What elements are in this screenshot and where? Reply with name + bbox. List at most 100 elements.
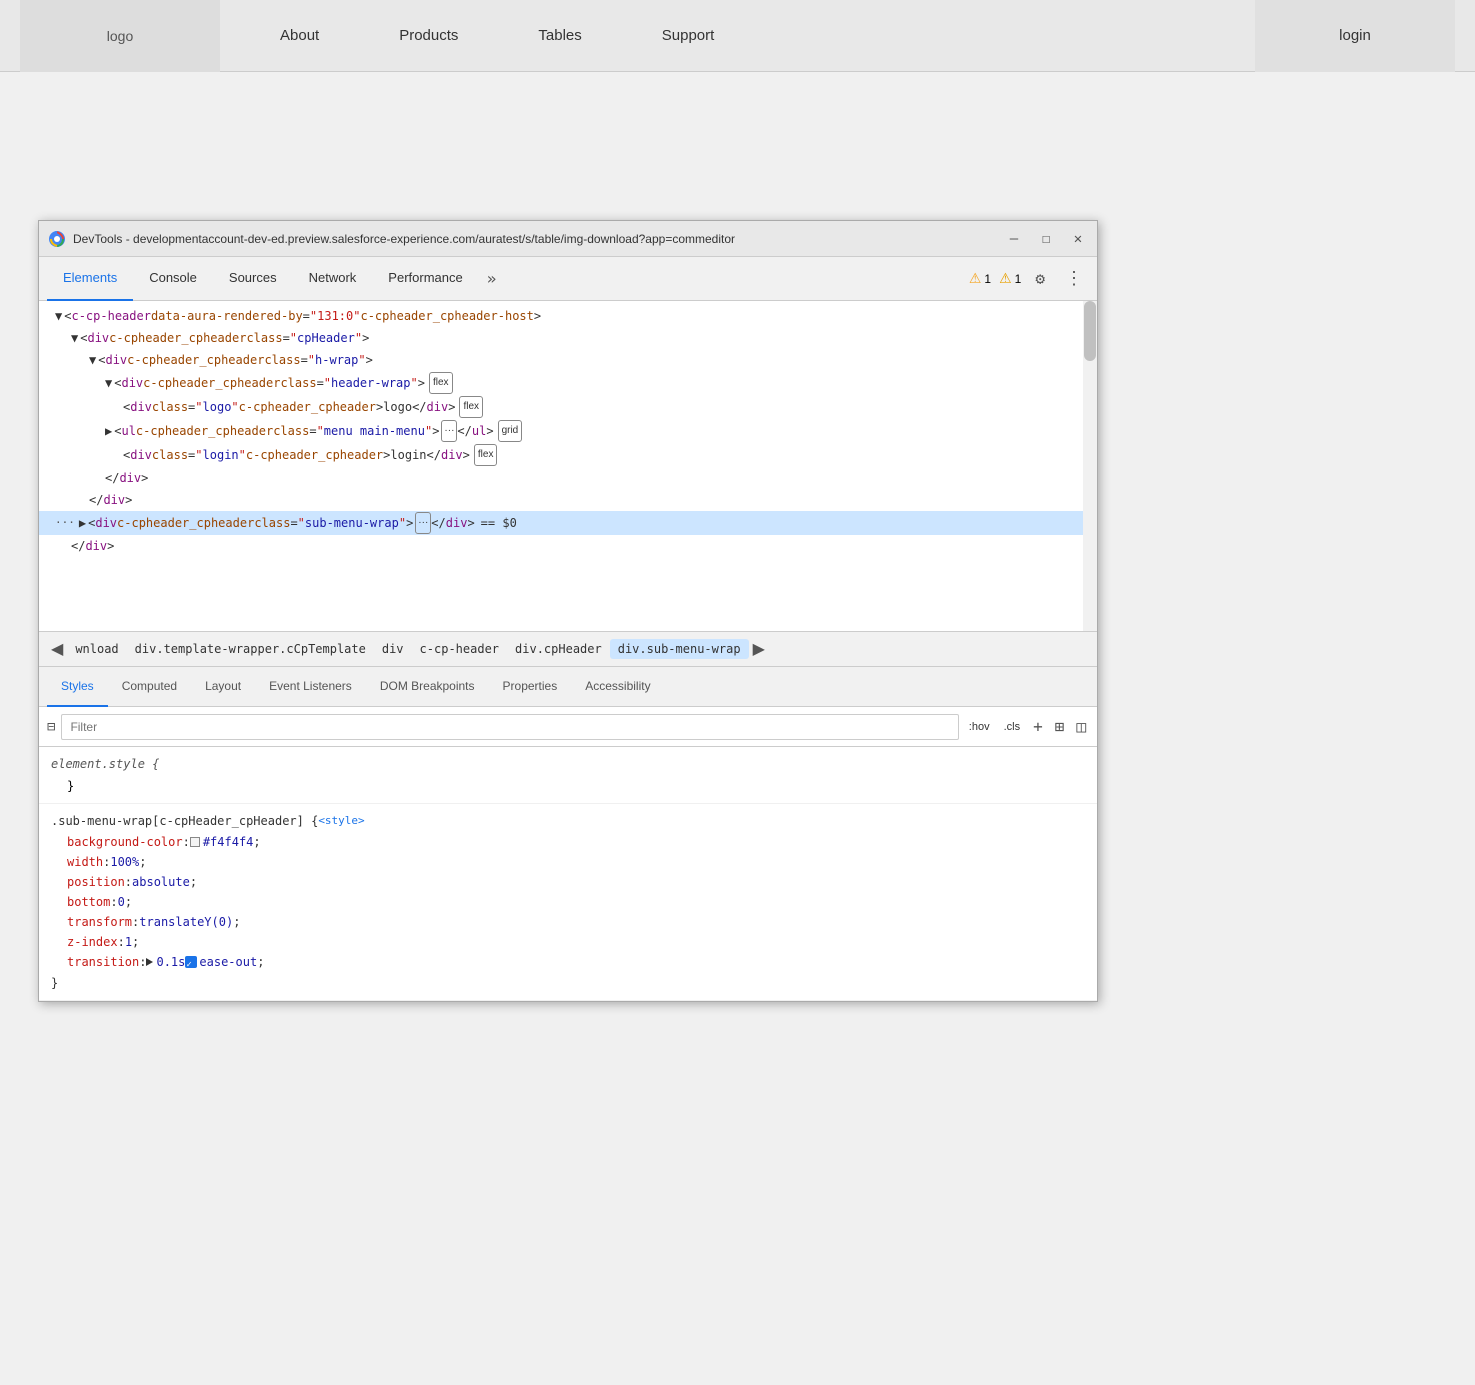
collapse-arrow[interactable]: ▼ — [55, 306, 62, 326]
breadcrumb-item-selected[interactable]: div.sub-menu-wrap — [610, 639, 749, 659]
html-line[interactable]: ▼ <div c-cpheader_cpheader class="cpHead… — [39, 327, 1097, 349]
style-prop[interactable]: width — [67, 852, 103, 872]
flex-badge[interactable]: flex — [429, 372, 453, 394]
navbar-link-support[interactable]: Support — [622, 0, 755, 72]
dots-badge[interactable]: ··· — [441, 420, 457, 442]
flex-badge[interactable]: flex — [474, 444, 498, 466]
scrollbar-thumb[interactable] — [1084, 301, 1096, 361]
tab-console[interactable]: Console — [133, 257, 213, 301]
breadcrumb-item[interactable]: div.cpHeader — [507, 639, 610, 659]
expand-arrow[interactable]: ▶ — [79, 513, 86, 533]
html-line[interactable]: ▶ <ul c-cpheader_cpheader class="menu ma… — [39, 419, 1097, 443]
style-val[interactable]: #f4f4f4 — [203, 832, 254, 852]
css-selector[interactable]: .sub-menu-wrap[c-cpHeader_cpHeader] { — [51, 810, 318, 832]
breadcrumb-item[interactable]: div — [374, 639, 412, 659]
navbar-link-tables[interactable]: Tables — [498, 0, 621, 72]
style-val[interactable]: translateY(0) — [139, 912, 233, 932]
hov-button[interactable]: :hov — [965, 719, 994, 735]
filter-input[interactable] — [61, 714, 958, 740]
breadcrumb-left-arrow[interactable]: ◀ — [47, 639, 67, 659]
tab-dom-breakpoints[interactable]: DOM Breakpoints — [366, 667, 489, 707]
dots-badge[interactable]: ··· — [415, 512, 431, 534]
closing-brace: } — [51, 976, 58, 990]
style-val[interactable]: 1 — [125, 932, 132, 952]
flex-badge[interactable]: flex — [459, 396, 483, 418]
close-button[interactable]: ✕ — [1069, 231, 1087, 247]
navbar-link-products[interactable]: Products — [359, 0, 498, 72]
more-options-icon[interactable]: ⋮ — [1059, 268, 1089, 289]
tab-event-listeners[interactable]: Event Listeners — [255, 667, 366, 707]
tab-layout[interactable]: Layout — [191, 667, 255, 707]
navbar-logo: logo — [20, 0, 220, 72]
breadcrumb-item[interactable]: c-cp-header — [412, 639, 507, 659]
style-val[interactable]: absolute — [132, 872, 190, 892]
filter-icon: ⊟ — [47, 719, 55, 735]
grid-badge[interactable]: grid — [498, 420, 523, 442]
tab-elements[interactable]: Elements — [47, 257, 133, 301]
breadcrumb-bar: ◀ wnload div.template-wrapper.cCpTemplat… — [39, 631, 1097, 667]
style-prop[interactable]: z-index — [67, 932, 118, 952]
html-line-selected[interactable]: ··· ▶ <div c-cpheader_cpheader class="su… — [39, 511, 1097, 535]
err-count: 1 — [1015, 272, 1022, 286]
tab-styles[interactable]: Styles — [47, 667, 108, 707]
add-style-button[interactable]: + — [1030, 717, 1046, 736]
devtools-titlebar: DevTools - developmentaccount-dev-ed.pre… — [39, 221, 1097, 257]
breadcrumb-right-arrow[interactable]: ▶ — [749, 639, 769, 659]
style-prop[interactable]: position — [67, 872, 125, 892]
styles-panel: element.style { } .sub-menu-wrap[c-cpHea… — [39, 747, 1097, 1001]
tab-properties[interactable]: Properties — [489, 667, 572, 707]
devtools-url: DevTools - developmentaccount-dev-ed.pre… — [73, 232, 995, 246]
style-prop[interactable]: bottom — [67, 892, 110, 912]
minimize-button[interactable]: — — [1005, 231, 1023, 247]
navbar-link-about[interactable]: About — [240, 0, 359, 72]
style-prop[interactable]: background-color — [67, 832, 183, 852]
style-val[interactable]: ease-out — [199, 952, 257, 972]
new-style-rule-button[interactable]: ⊞ — [1052, 717, 1068, 736]
collapse-arrow[interactable]: ▼ — [89, 350, 96, 370]
color-scheme-button[interactable]: ◫ — [1073, 717, 1089, 736]
html-line[interactable]: ▼ <c-cp-header data-aura-rendered-by="13… — [39, 305, 1097, 327]
html-line[interactable]: </div> — [39, 467, 1097, 489]
breadcrumb-item[interactable]: div.template-wrapper.cCpTemplate — [127, 639, 374, 659]
element-style-close: } — [67, 779, 74, 793]
html-line[interactable]: </div> — [39, 535, 1097, 557]
warn-badge: ⚠ 1 — [969, 270, 991, 287]
html-line[interactable]: ▼ <div c-cpheader_cpheader class="header… — [39, 371, 1097, 395]
html-line[interactable]: </div> — [39, 489, 1097, 511]
tab-performance[interactable]: Performance — [372, 257, 478, 301]
html-line[interactable]: <div class="login" c-cpheader_cpheader> … — [39, 443, 1097, 467]
style-val[interactable]: 0 — [118, 892, 125, 912]
devtools-controls: — ☐ ✕ — [1005, 231, 1087, 247]
tab-network[interactable]: Network — [293, 257, 373, 301]
breadcrumb-item[interactable]: wnload — [67, 639, 126, 659]
color-swatch[interactable] — [190, 837, 200, 847]
tab-accessibility[interactable]: Accessibility — [571, 667, 664, 707]
style-val[interactable]: 0.1s — [156, 952, 185, 972]
maximize-button[interactable]: ☐ — [1037, 231, 1055, 247]
tab-computed[interactable]: Computed — [108, 667, 191, 707]
html-scrollbar[interactable] — [1083, 301, 1097, 631]
element-style-rule: element.style { } — [39, 747, 1097, 804]
settings-icon[interactable]: ⚙ — [1029, 269, 1051, 288]
style-prop[interactable]: transform — [67, 912, 132, 932]
chrome-favicon-icon — [49, 231, 65, 247]
expand-arrow[interactable]: ▶ — [105, 421, 112, 441]
collapse-arrow[interactable]: ▼ — [71, 328, 78, 348]
cls-button[interactable]: .cls — [1000, 719, 1025, 735]
filter-bar: ⊟ :hov .cls + ⊞ ◫ — [39, 707, 1097, 747]
tab-sources[interactable]: Sources — [213, 257, 293, 301]
error-icon: ⚠ — [999, 270, 1012, 287]
warning-icon: ⚠ — [969, 270, 982, 287]
triangle-right-icon[interactable] — [146, 958, 153, 966]
collapse-arrow[interactable]: ▼ — [105, 373, 112, 393]
style-val[interactable]: 100% — [110, 852, 139, 872]
style-property-line: transition : 0.1s ease-out ; — [51, 952, 1085, 972]
checkbox-icon[interactable] — [185, 956, 197, 968]
html-line[interactable]: <div class="logo" c-cpheader_cpheader> l… — [39, 395, 1097, 419]
style-prop[interactable]: transition — [67, 952, 139, 972]
html-line[interactable]: ▼ <div c-cpheader_cpheader class="h-wrap… — [39, 349, 1097, 371]
tab-more-button[interactable]: » — [479, 269, 505, 288]
css-source-link[interactable]: <style> — [318, 810, 364, 832]
navbar-login[interactable]: login — [1255, 0, 1455, 72]
devtools-tabs: Elements Console Sources Network Perform… — [39, 257, 1097, 301]
